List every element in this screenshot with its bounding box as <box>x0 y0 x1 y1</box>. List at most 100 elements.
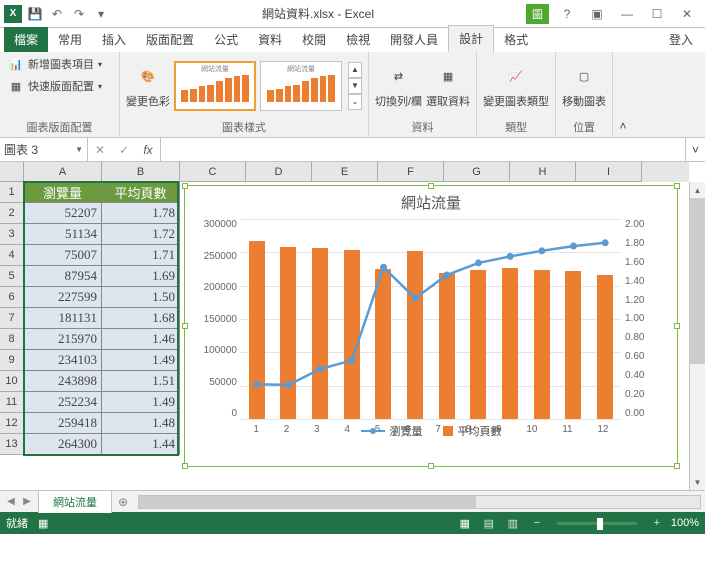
tab-layout[interactable]: 版面配置 <box>136 27 204 52</box>
formula-bar[interactable] <box>161 138 685 161</box>
cell[interactable]: 234103 <box>24 350 102 371</box>
cell[interactable]: 1.49 <box>102 392 180 413</box>
cell[interactable]: 181131 <box>24 308 102 329</box>
row-header[interactable]: 1 <box>0 182 24 203</box>
chart-title[interactable]: 網站流量 <box>185 186 677 219</box>
expand-formula-bar-icon[interactable]: ˅ <box>685 138 705 161</box>
cell[interactable]: 1.71 <box>102 245 180 266</box>
gallery-more-icon[interactable]: ⌄ <box>348 94 362 110</box>
row-header[interactable]: 10 <box>0 371 24 392</box>
gallery-down-icon[interactable]: ▼ <box>348 78 362 94</box>
row-header[interactable]: 4 <box>0 245 24 266</box>
tab-review[interactable]: 校閱 <box>292 27 336 52</box>
cell[interactable]: 215970 <box>24 329 102 350</box>
scroll-up-icon[interactable]: ▲ <box>690 182 705 198</box>
select-data-button[interactable]: ▦ 選取資料 <box>426 62 470 109</box>
move-chart-button[interactable]: ▢ 移動圖表 <box>562 62 606 109</box>
cancel-formula-icon[interactable]: ✕ <box>88 143 112 157</box>
horizontal-scrollbar[interactable] <box>138 495 701 509</box>
page-break-view-icon[interactable]: ▥ <box>503 515 523 531</box>
tab-format[interactable]: 格式 <box>494 27 538 52</box>
cell[interactable]: 1.50 <box>102 287 180 308</box>
tab-insert[interactable]: 插入 <box>92 27 136 52</box>
column-header[interactable]: B <box>102 162 180 182</box>
column-header[interactable]: E <box>312 162 378 182</box>
row-header[interactable]: 8 <box>0 329 24 350</box>
row-header[interactable]: 3 <box>0 224 24 245</box>
sheet-nav-prev-icon[interactable]: ◀ <box>4 496 18 507</box>
column-header[interactable]: C <box>180 162 246 182</box>
scroll-thumb[interactable] <box>690 198 705 364</box>
gallery-up-icon[interactable]: ▲ <box>348 62 362 78</box>
row-header[interactable]: 2 <box>0 203 24 224</box>
switch-row-column-button[interactable]: ⇄ 切換列/欄 <box>375 62 422 109</box>
quick-layout-button[interactable]: ▦ 快速版面配置▾ <box>6 76 104 96</box>
tab-developer[interactable]: 開發人員 <box>380 27 448 52</box>
row-header[interactable]: 7 <box>0 308 24 329</box>
column-header[interactable]: A <box>24 162 102 182</box>
cell[interactable]: 259418 <box>24 413 102 434</box>
cell[interactable]: 1.51 <box>102 371 180 392</box>
chart-style-2[interactable]: 網站流量 <box>260 61 342 111</box>
cell[interactable]: 平均頁數 <box>102 182 180 203</box>
tab-file[interactable]: 檔案 <box>4 27 48 52</box>
collapse-ribbon-icon[interactable]: ˄ <box>613 52 633 137</box>
hscroll-thumb[interactable] <box>139 496 476 508</box>
zoom-in-icon[interactable]: + <box>647 515 667 531</box>
cell[interactable]: 1.69 <box>102 266 180 287</box>
cell[interactable]: 75007 <box>24 245 102 266</box>
cell[interactable]: 1.49 <box>102 350 180 371</box>
column-header[interactable]: I <box>576 162 642 182</box>
zoom-level[interactable]: 100% <box>671 517 699 529</box>
cell[interactable]: 1.72 <box>102 224 180 245</box>
ribbon-display-icon[interactable]: ▣ <box>583 4 611 24</box>
cell[interactable]: 227599 <box>24 287 102 308</box>
column-header[interactable]: H <box>510 162 576 182</box>
tab-home[interactable]: 常用 <box>48 27 92 52</box>
name-box-dropdown-icon[interactable]: ▼ <box>75 145 83 154</box>
cell[interactable]: 252234 <box>24 392 102 413</box>
zoom-slider[interactable] <box>557 522 637 525</box>
tab-view[interactable]: 檢視 <box>336 27 380 52</box>
row-header[interactable]: 13 <box>0 434 24 455</box>
close-icon[interactable]: ✕ <box>673 4 701 24</box>
column-header[interactable]: D <box>246 162 312 182</box>
normal-view-icon[interactable]: ▦ <box>455 515 475 531</box>
cell[interactable]: 1.68 <box>102 308 180 329</box>
cell[interactable]: 瀏覽量 <box>24 182 102 203</box>
cell[interactable]: 1.78 <box>102 203 180 224</box>
change-chart-type-button[interactable]: 📈 變更圖表類型 <box>483 62 549 109</box>
maximize-icon[interactable]: ☐ <box>643 4 671 24</box>
add-chart-element-button[interactable]: 📊 新增圖表項目▾ <box>6 54 104 74</box>
page-layout-view-icon[interactable]: ▤ <box>479 515 499 531</box>
login-link[interactable]: 登入 <box>661 27 701 52</box>
sheet-nav-next-icon[interactable]: ▶ <box>20 496 34 507</box>
cell[interactable]: 243898 <box>24 371 102 392</box>
row-header[interactable]: 12 <box>0 413 24 434</box>
cell[interactable]: 1.46 <box>102 329 180 350</box>
sheet-tab[interactable]: 網站流量 <box>38 490 112 513</box>
column-header[interactable]: G <box>444 162 510 182</box>
chart-object[interactable]: 網站流量 30000025000020000015000010000050000… <box>184 185 678 467</box>
macro-record-icon[interactable]: ▦ <box>38 517 48 530</box>
cell[interactable]: 264300 <box>24 434 102 455</box>
scroll-down-icon[interactable]: ▼ <box>690 474 705 490</box>
cell[interactable]: 52207 <box>24 203 102 224</box>
row-header[interactable]: 6 <box>0 287 24 308</box>
cell[interactable]: 1.44 <box>102 434 180 455</box>
tab-formulas[interactable]: 公式 <box>204 27 248 52</box>
cell[interactable]: 51134 <box>24 224 102 245</box>
row-header[interactable]: 11 <box>0 392 24 413</box>
row-header[interactable]: 5 <box>0 266 24 287</box>
cell[interactable]: 87954 <box>24 266 102 287</box>
tab-data[interactable]: 資料 <box>248 27 292 52</box>
row-header[interactable]: 9 <box>0 350 24 371</box>
chart-plot-area[interactable]: 300000250000200000150000100000500000 2.0… <box>241 219 621 419</box>
redo-icon[interactable]: ↷ <box>70 5 88 23</box>
column-header[interactable]: F <box>378 162 444 182</box>
enter-formula-icon[interactable]: ✓ <box>112 143 136 157</box>
qat-customize-icon[interactable]: ▾ <box>92 5 110 23</box>
tab-design[interactable]: 設計 <box>448 25 494 52</box>
zoom-out-icon[interactable]: − <box>527 515 547 531</box>
help-icon[interactable]: ? <box>553 4 581 24</box>
